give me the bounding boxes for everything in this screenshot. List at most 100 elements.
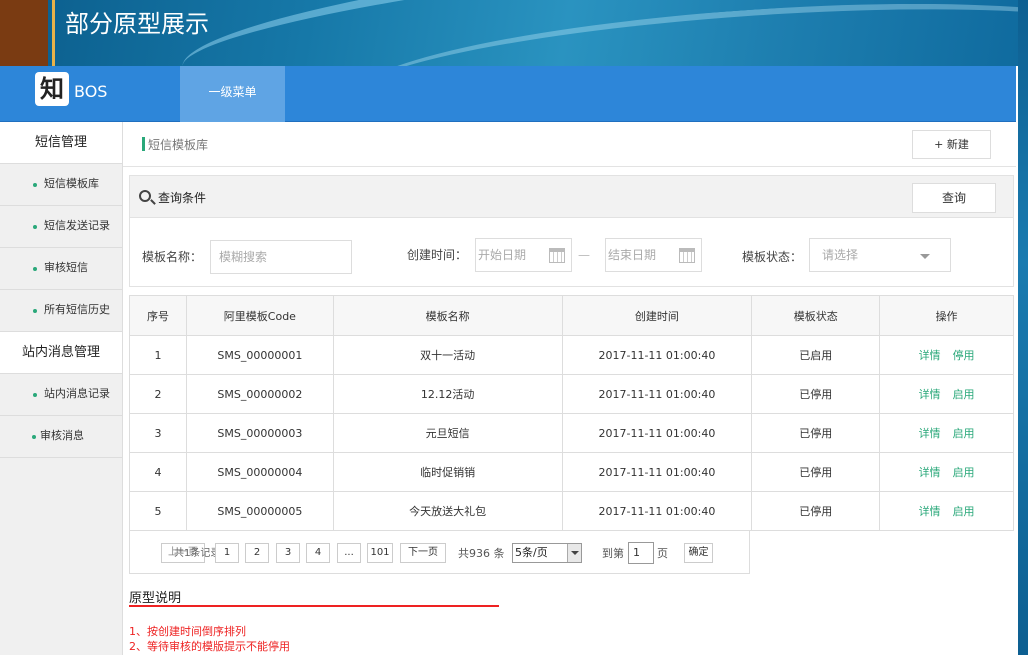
per-page-select[interactable]: 5条/页 (512, 543, 582, 563)
cell-actions: 详情 启用 (879, 374, 1014, 414)
banner-left-block (0, 0, 48, 66)
details-link[interactable]: 详情 (919, 349, 941, 362)
logo-icon: 知 (35, 72, 69, 106)
toggle-status-link[interactable]: 启用 (953, 466, 975, 479)
notes-divider (129, 605, 499, 607)
cell-name: 12.12活动 (332, 374, 563, 414)
cell-name: 临时促销销 (332, 452, 563, 492)
cell-actions: 详情 停用 (879, 335, 1014, 375)
bullet-icon (33, 393, 37, 397)
query-button[interactable]: 查询 (912, 183, 996, 213)
goto-label: 到第 (602, 547, 624, 560)
date-range-separator: — (578, 248, 590, 262)
cell-name: 今天放送大礼包 (332, 491, 563, 531)
cell-time: 2017-11-11 01:00:40 (561, 491, 753, 531)
query-title: 查询条件 (158, 191, 207, 205)
cell-status: 已启用 (751, 335, 881, 375)
details-link[interactable]: 详情 (919, 427, 941, 440)
cell-code: SMS_00000003 (185, 413, 334, 453)
cell-time: 2017-11-11 01:00:40 (561, 413, 753, 453)
column-header: 阿里模板Code (185, 295, 334, 336)
cell-status: 已停用 (751, 491, 881, 531)
cell-no: 4 (129, 452, 187, 492)
cell-no: 5 (129, 491, 187, 531)
cell-time: 2017-11-11 01:00:40 (561, 335, 753, 375)
create-time-label: 创建时间： (407, 248, 468, 262)
calendar-icon[interactable] (679, 248, 695, 263)
details-link[interactable]: 详情 (919, 466, 941, 479)
query-header: 查询条件 查询 (130, 176, 1013, 218)
sidebar-item-review-sms[interactable]: 审核短信 (0, 248, 122, 290)
page-button[interactable]: 101 (367, 543, 393, 563)
sidebar-item-sms-templates[interactable]: 短信模板库 (0, 164, 122, 206)
cell-status: 已停用 (751, 374, 881, 414)
toggle-status-link[interactable]: 停用 (953, 349, 975, 362)
bullet-icon (32, 435, 36, 439)
goto-page-input[interactable]: 1 (628, 542, 654, 564)
cell-no: 2 (129, 374, 187, 414)
record-count-overlap: 共1条记录 (174, 548, 221, 559)
sidebar-item-sms-send-records[interactable]: 短信发送记录 (0, 206, 122, 248)
template-status-select[interactable]: 请选择 (809, 238, 951, 272)
toggle-status-link[interactable]: 启用 (953, 388, 975, 401)
sidebar-item-sms-history[interactable]: 所有短信历史 (0, 290, 122, 332)
sidebar-group-site-messages[interactable]: 站内消息管理 (0, 332, 122, 374)
table-row: 2 SMS_00000002 12.12活动 2017-11-11 01:00:… (129, 374, 1014, 414)
nav-item-primary-menu[interactable]: 一级菜单 (180, 66, 285, 122)
details-link[interactable]: 详情 (919, 388, 941, 401)
banner-title: 部分原型展示 (65, 10, 209, 38)
end-date-input[interactable]: 结束日期 (605, 238, 702, 272)
chevron-down-icon (920, 254, 930, 259)
cell-time: 2017-11-11 01:00:40 (561, 452, 753, 492)
top-banner: 部分原型展示 (0, 0, 1028, 66)
notes-title: 原型说明 (129, 591, 182, 606)
cell-code: SMS_00000001 (185, 335, 334, 375)
template-table: 序号 阿里模板Code 模板名称 创建时间 模板状态 操作 1 SMS_0000… (129, 295, 1014, 531)
cell-status: 已停用 (751, 452, 881, 492)
page-button[interactable]: 4 (306, 543, 330, 563)
sidebar: 短信管理 短信模板库 短信发送记录 审核短信 所有短信历史 站内消息管理 站内消… (0, 122, 123, 655)
chevron-down-icon (567, 544, 581, 562)
table-header-row: 序号 阿里模板Code 模板名称 创建时间 模板状态 操作 (129, 295, 1014, 336)
details-link[interactable]: 详情 (919, 505, 941, 518)
cell-no: 1 (129, 335, 187, 375)
breadcrumb-marker (142, 137, 145, 151)
bullet-icon (33, 183, 37, 187)
top-navbar: 知 BOS 一级菜单 (0, 66, 1016, 122)
page-ellipsis: ... (337, 543, 361, 563)
sidebar-item-message-records[interactable]: 站内消息记录 (0, 374, 122, 416)
note-item: 2、等待审核的模版提示不能停用 (129, 640, 290, 653)
new-template-button[interactable]: + 新建 (912, 130, 991, 159)
toggle-status-link[interactable]: 启用 (953, 505, 975, 518)
template-name-input[interactable]: 模糊搜索 (210, 240, 352, 274)
goto-confirm-button[interactable]: 确定 (684, 543, 713, 563)
page-button[interactable]: 2 (245, 543, 269, 563)
column-header: 模板状态 (751, 295, 881, 336)
start-date-input[interactable]: 开始日期 (475, 238, 572, 272)
sidebar-item-review-messages[interactable]: 审核消息 (0, 416, 122, 458)
table-row: 1 SMS_00000001 双十一活动 2017-11-11 01:00:40… (129, 335, 1014, 375)
cell-code: SMS_00000002 (185, 374, 334, 414)
template-name-label: 模板名称： (142, 250, 203, 264)
calendar-icon[interactable] (549, 248, 565, 263)
page-button[interactable]: 1 (215, 543, 239, 563)
bullet-icon (33, 225, 37, 229)
search-icon (139, 190, 151, 202)
cell-actions: 详情 启用 (879, 413, 1014, 453)
query-panel: 查询条件 查询 模板名称： 模糊搜索 创建时间： 开始日期 — 结束日期 模板状… (129, 175, 1014, 287)
next-page-button[interactable]: 下一页 (400, 543, 446, 563)
bullet-icon (33, 267, 37, 271)
column-header: 操作 (879, 295, 1014, 336)
page-unit-label: 页 (657, 547, 668, 560)
table-row: 3 SMS_00000003 元旦短信 2017-11-11 01:00:40 … (129, 413, 1014, 453)
pagination: 上一页 共1条记录 1 2 3 4 ... 101 下一页 共936 条 5条/… (129, 530, 750, 574)
sidebar-group-sms[interactable]: 短信管理 (0, 122, 122, 164)
logo-text: BOS (74, 82, 108, 101)
cell-actions: 详情 启用 (879, 491, 1014, 531)
toggle-status-link[interactable]: 启用 (953, 427, 975, 440)
cell-name: 双十一活动 (332, 335, 563, 375)
page-button[interactable]: 3 (276, 543, 300, 563)
breadcrumb-bar: 短信模板库 + 新建 (123, 122, 1016, 167)
total-count: 共936 条 (458, 547, 505, 560)
cell-status: 已停用 (751, 413, 881, 453)
